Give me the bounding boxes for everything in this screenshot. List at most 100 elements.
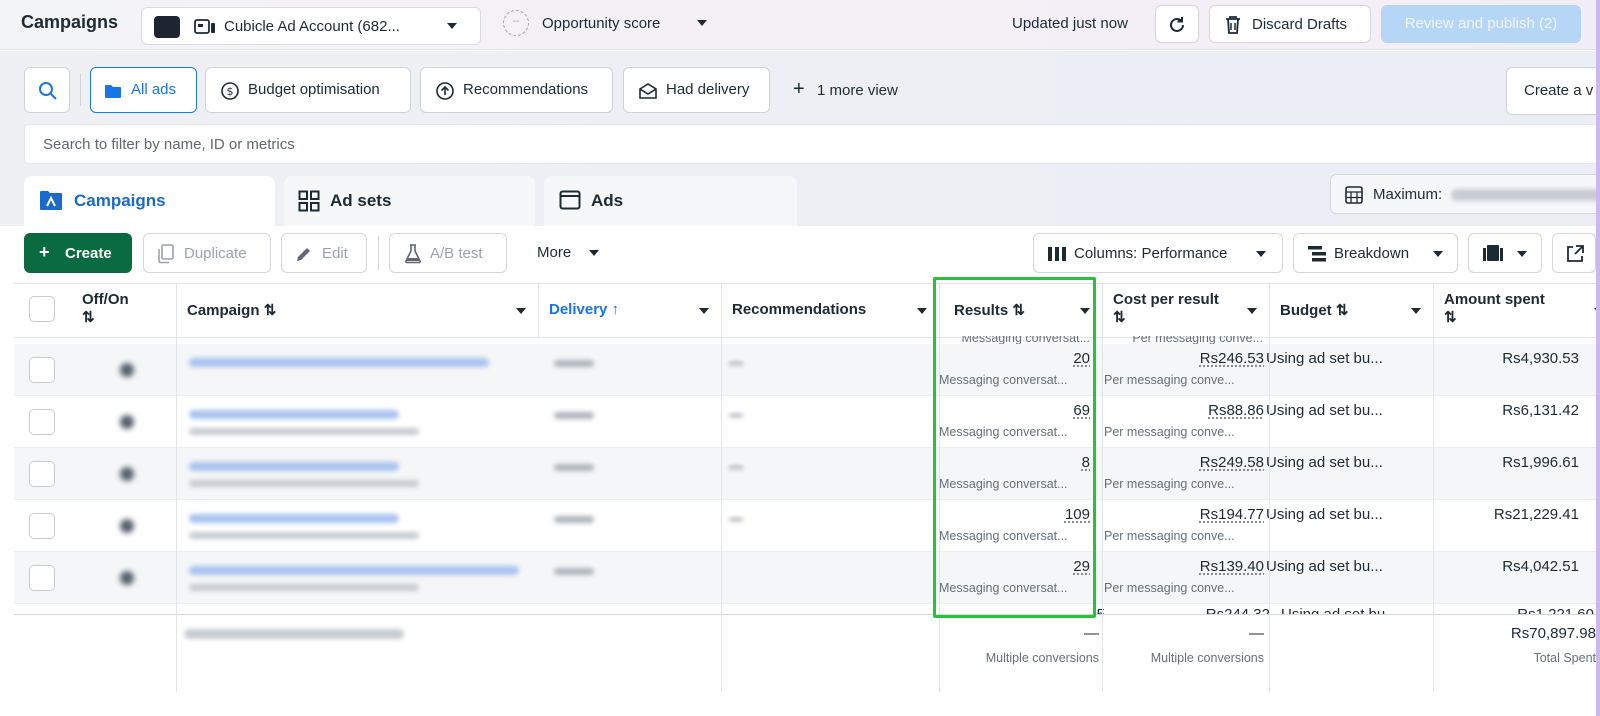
table-row[interactable]: 109 Messaging conversat... Rs194.77 Per mes…: [14, 500, 1600, 552]
dollar-icon: $: [221, 82, 239, 100]
opportunity-score-dropdown[interactable]: Opportunity score: [542, 15, 660, 32]
col-amount-label: Amount spent: [1444, 291, 1545, 308]
tab-campaigns[interactable]: Campaigns: [24, 176, 275, 226]
account-logo: [154, 16, 180, 38]
chevron-down-icon: [1247, 308, 1257, 314]
row-checkbox[interactable]: [29, 513, 55, 539]
blurred-recommendation: [729, 466, 743, 469]
blurred-delivery-status: [554, 464, 594, 471]
total-results: —: [1084, 625, 1099, 642]
row-checkbox[interactable]: [29, 565, 55, 591]
divider: [939, 614, 940, 692]
table-row[interactable]: 8 Messaging conversat... Rs249.58 Per messa…: [14, 448, 1600, 500]
tab-ad-sets[interactable]: Ad sets: [284, 176, 535, 226]
chevron-down-icon: [917, 308, 927, 314]
blurred-campaign-name[interactable]: [189, 462, 399, 471]
cost-per-result-value: Rs246.53: [1199, 350, 1264, 367]
external-link-icon: [1567, 245, 1584, 262]
toggle-switch[interactable]: [120, 363, 134, 377]
blurred-campaign-meta: [189, 532, 419, 539]
amount-spent-value: Rs1,996.61: [1502, 454, 1579, 471]
col-cost-label: Cost per result: [1113, 291, 1219, 308]
sort-icon: ⇅: [1012, 302, 1025, 319]
divider: [1433, 614, 1434, 692]
col-delivery[interactable]: Delivery ↑: [539, 283, 722, 338]
review-publish-button[interactable]: Review and publish (2): [1381, 5, 1581, 43]
partial-cost-sub: Per messaging conve...: [1132, 336, 1263, 344]
export-button[interactable]: [1552, 233, 1596, 273]
blurred-campaign-name[interactable]: [189, 514, 399, 523]
col-campaign[interactable]: Campaign ⇅: [177, 283, 539, 338]
view-budget-optimisation[interactable]: $ Budget optimisation: [205, 67, 411, 113]
divider: [721, 338, 722, 614]
table-row[interactable]: 20 Messaging conversat... Rs246.53 Per mess…: [14, 344, 1600, 396]
blurred-campaign-name[interactable]: [189, 566, 519, 575]
reports-dropdown[interactable]: [1468, 233, 1542, 273]
blurred-campaign-meta: [189, 584, 419, 591]
discard-drafts-button[interactable]: Discard Drafts: [1209, 5, 1371, 43]
col-budget[interactable]: Budget ⇅: [1270, 283, 1434, 338]
duplicate-icon: [158, 244, 174, 264]
col-delivery-label: Delivery: [549, 301, 608, 318]
view-recommendations[interactable]: Recommendations: [420, 67, 613, 113]
search-input[interactable]: Search to filter by name, ID or metrics: [24, 124, 1600, 164]
col-amount-spent[interactable]: Amount spent ⇅: [1434, 283, 1600, 338]
updated-status: Updated just now: [1012, 15, 1128, 32]
envelope-icon: [639, 83, 657, 99]
col-results[interactable]: Results ⇅: [940, 283, 1103, 338]
blurred-campaign-name[interactable]: [189, 358, 489, 367]
more-dropdown[interactable]: More: [537, 244, 571, 261]
row-checkbox[interactable]: [29, 409, 55, 435]
col-off-on-label: Off/On: [82, 291, 129, 308]
duplicate-button[interactable]: Duplicate: [143, 233, 271, 273]
opportunity-score-icon: --: [503, 10, 529, 36]
refresh-button[interactable]: [1155, 5, 1199, 43]
divider: [1269, 338, 1270, 614]
pencil-icon: [297, 248, 310, 261]
toggle-switch[interactable]: [120, 415, 134, 429]
table-row[interactable]: 29 Messaging conversat... Rs139.40 Per mess…: [14, 552, 1600, 604]
reports-icon: [1483, 245, 1503, 261]
chevron-down-icon: [699, 308, 709, 314]
chevron-down-icon: [1256, 251, 1266, 257]
view-all-ads[interactable]: All ads: [90, 67, 197, 113]
toggle-switch[interactable]: [120, 519, 134, 533]
col-cost-per-result[interactable]: Cost per result ⇅: [1103, 283, 1270, 338]
page-title: Campaigns: [21, 12, 119, 32]
row-checkbox[interactable]: [29, 357, 55, 383]
results-value: 69: [1073, 402, 1090, 419]
date-range-picker[interactable]: Maximum:: [1330, 174, 1600, 214]
blurred-recommendation: [729, 414, 743, 417]
blurred-recommendation: [729, 518, 743, 521]
ab-test-button[interactable]: A/B test: [389, 233, 507, 273]
col-off-on[interactable]: Off/On ⇅: [72, 283, 177, 338]
create-button[interactable]: + Create: [24, 233, 132, 273]
chevron-down-icon: [1411, 308, 1421, 314]
create-view-button[interactable]: Create a v: [1506, 67, 1600, 115]
col-recommendations[interactable]: Recommendations: [722, 283, 940, 338]
divider: [176, 338, 177, 614]
edit-button[interactable]: Edit: [281, 233, 367, 273]
account-selector[interactable]: Cubicle Ad Account (682...: [141, 7, 481, 45]
cost-per-result-subtext: Per messaging conve...: [1104, 477, 1235, 491]
table-row[interactable]: 69 Messaging conversat... Rs88.86 Per messa…: [14, 396, 1600, 448]
toggle-switch[interactable]: [120, 467, 134, 481]
date-range-label: Maximum:: [1373, 186, 1443, 203]
search-icon: [39, 82, 57, 100]
view-had-delivery[interactable]: Had delivery: [623, 67, 770, 113]
view-label: All ads: [131, 81, 177, 98]
discard-drafts-label: Discard Drafts: [1252, 16, 1348, 33]
select-all-checkbox[interactable]: [29, 296, 55, 322]
tab-ads[interactable]: Ads: [544, 176, 797, 226]
toggle-switch[interactable]: [120, 571, 134, 585]
cost-per-result-value: Rs139.40: [1199, 558, 1264, 575]
search-button[interactable]: [24, 67, 70, 113]
breakdown-dropdown[interactable]: Breakdown: [1293, 233, 1458, 273]
columns-dropdown[interactable]: Columns: Performance: [1033, 233, 1283, 273]
blurred-campaign-name[interactable]: [189, 410, 399, 419]
row-checkbox[interactable]: [29, 461, 55, 487]
more-views-link[interactable]: 1 more view: [817, 82, 898, 99]
account-name: Cubicle Ad Account (682...: [224, 18, 400, 35]
partial-results-sub: Messaging conversat...: [961, 336, 1090, 344]
cost-per-result-subtext: Per messaging conve...: [1104, 581, 1235, 595]
